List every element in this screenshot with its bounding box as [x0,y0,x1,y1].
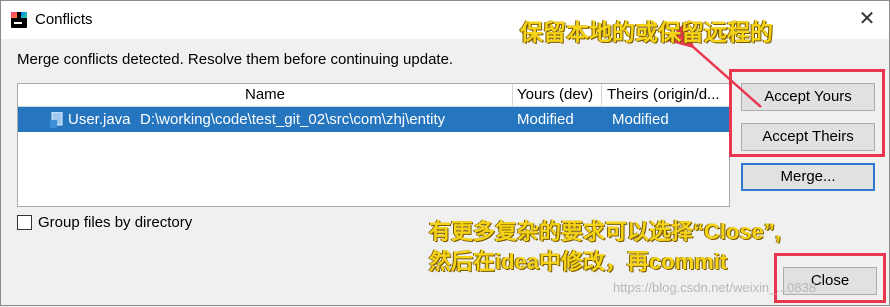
accept-yours-button[interactable]: Accept Yours [741,83,875,111]
file-name: User.java [68,111,131,128]
merge-button[interactable]: Merge... [741,163,875,191]
intellij-idea-icon [11,12,27,28]
annotation-bottom-line1: 有更多复杂的要求可以选择“Close”, [429,219,782,244]
file-path: D:\working\code\test_git_02\src\com\zhj\… [140,111,446,128]
annotation-top: 保留本地的或保留远程的 [520,19,773,45]
group-files-label: Group files by directory [38,214,193,231]
theirs-status: Modified [612,111,669,128]
column-header-name[interactable]: Name [18,84,513,106]
table-header: Name Yours (dev) Theirs (origin/d... [18,84,729,107]
group-files-checkbox[interactable] [17,215,32,230]
watermark: https://blog.csdn.net/weixin_...0838 [613,280,817,295]
accept-theirs-button[interactable]: Accept Theirs [741,123,875,151]
conflicts-dialog: Conflicts ✕ Merge conflicts detected. Re… [0,0,890,306]
yours-status: Modified [517,111,574,128]
conflict-message: Merge conflicts detected. Resolve them b… [17,51,454,68]
table-row[interactable]: User.java D:\working\code\test_git_02\sr… [18,107,729,132]
java-file-icon [50,112,63,128]
window-title: Conflicts [35,11,93,28]
column-header-theirs[interactable]: Theirs (origin/d... [603,84,729,106]
close-icon[interactable]: ✕ [853,5,881,33]
conflicts-table: Name Yours (dev) Theirs (origin/d... Use… [17,83,730,207]
column-header-yours[interactable]: Yours (dev) [513,84,602,106]
annotation-bottom-line2: 然后在idea中修改，再commit [429,249,728,274]
